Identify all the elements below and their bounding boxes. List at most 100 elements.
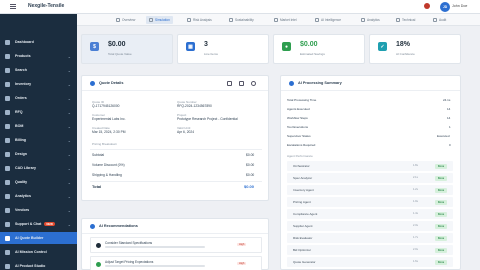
notification-bell-icon[interactable] <box>424 3 430 9</box>
sidebar-item-bom[interactable]: BOM ⌄ <box>0 120 77 132</box>
escalations-value: 0 <box>449 143 451 147</box>
billing-icon <box>5 137 10 143</box>
chevron-down-icon: ⌄ <box>67 179 71 185</box>
mission-control-icon <box>5 249 10 255</box>
chevron-down-icon: ⌄ <box>67 193 71 199</box>
tab-market-intel[interactable]: Market Intel <box>271 16 300 24</box>
sidebar-item-inventory[interactable]: Inventory ⌄ <box>0 78 77 90</box>
status-badge: Done <box>435 235 447 241</box>
sidebar-item-dashboard[interactable]: Dashboard <box>0 36 77 48</box>
tool-executions-value: 1 <box>449 125 451 129</box>
sidebar-item-rfq[interactable]: RFQ ⌄ <box>0 106 77 118</box>
recommendation-item[interactable]: Adjust Target Pricing Expectations High <box>90 256 262 270</box>
stat-card-line-items: ▦ 3 Line Items <box>177 34 269 64</box>
project-value: Prototype Research Project - Confidentia… <box>177 117 238 121</box>
status-badge: Done <box>435 223 447 229</box>
chevron-down-icon: ⌄ <box>67 95 71 101</box>
chevron-down-icon: ⌄ <box>67 81 71 87</box>
quote-details-card: Quote Details Quote ID Q-1717945126000 Q… <box>81 75 269 201</box>
sidebar-item-ai-product-studio[interactable]: AI Product Studio <box>0 260 77 270</box>
description-placeholder <box>105 246 205 248</box>
divider <box>90 181 262 182</box>
sidebar-item-ai-quote-builder[interactable]: AI Quote Builder <box>0 232 77 244</box>
sidebar-item-vendors[interactable]: Vendors ⌄ <box>0 204 77 216</box>
description-placeholder <box>105 265 205 267</box>
vendors-icon <box>5 207 10 213</box>
tab-audit[interactable]: Audit <box>430 16 449 24</box>
ai-summary-header: AI Processing Summary <box>281 76 460 91</box>
tab-technical[interactable]: Technical <box>393 16 418 24</box>
chevron-down-icon: ⌄ <box>67 137 71 143</box>
chevron-down-icon: ⌄ <box>67 165 71 171</box>
agent-row: Pricing Agent 1.9s Done <box>287 197 453 207</box>
menu-icon[interactable] <box>10 4 16 9</box>
priority-badge: High <box>237 262 247 265</box>
sidebar-item-orders[interactable]: Orders ⌄ <box>0 92 77 104</box>
stat-card-total-value: $ $0.00 Total Quote Value <box>81 34 173 64</box>
divider <box>90 149 262 150</box>
refresh-icon[interactable] <box>251 81 256 86</box>
avatar[interactable]: JD <box>440 2 450 12</box>
status-badge: Done <box>435 175 447 181</box>
status-badge: Done <box>435 259 447 265</box>
sidebar-item-quality[interactable]: Quality ⌄ <box>0 176 77 188</box>
quote-id-value: Q-1717945126000 <box>92 104 120 108</box>
quality-icon <box>5 179 10 185</box>
market-icon <box>274 18 278 22</box>
total-value: $0.00 <box>244 184 255 189</box>
recommendation-item[interactable]: Consider Standard Specifications High <box>90 237 262 253</box>
sidebar-item-cad-library[interactable]: CAD Library ⌄ <box>0 162 77 174</box>
sidebar-item-analytics[interactable]: Analytics ⌄ <box>0 190 77 202</box>
sidebar-item-products[interactable]: Products ⌄ <box>0 50 77 62</box>
discount-value: $0.00 <box>246 163 255 167</box>
tab-sustainability[interactable]: Sustainability <box>226 16 257 24</box>
download-icon[interactable] <box>239 81 244 86</box>
search-icon <box>5 67 10 73</box>
stat-card-savings: ● $0.00 Estimated Savings <box>273 34 365 64</box>
savings-icon: ● <box>282 42 291 51</box>
tab-simulation[interactable]: Simulation <box>146 16 173 24</box>
agent-row: Spec Analyzer 2.1s Done <box>287 173 453 183</box>
agents-executed-value: 14 <box>447 107 451 111</box>
tab-overview[interactable]: Overview <box>113 16 138 24</box>
tab-bar: Overview Simulation Risk Analysis Sustai… <box>77 14 480 26</box>
workflow-steps-value: 14 <box>447 116 451 120</box>
status-badge: Done <box>435 247 447 253</box>
risk-icon <box>187 18 191 22</box>
orders-icon <box>5 95 10 101</box>
pricing-icon <box>96 262 101 267</box>
code-icon <box>396 18 400 22</box>
sidebar-item-search[interactable]: Search ⌄ <box>0 64 77 76</box>
tab-ai-intelligence[interactable]: AI Intelligence <box>312 16 344 24</box>
shipping-value: $0.00 <box>246 173 255 177</box>
agent-row: Compliance Agent 1.4s Done <box>287 209 453 219</box>
lightbulb-icon <box>90 223 95 229</box>
design-icon <box>5 151 10 157</box>
tab-risk-analysis[interactable]: Risk Analysis <box>184 16 215 24</box>
analytics-icon <box>5 193 10 199</box>
dollar-icon: $ <box>90 42 99 51</box>
customer-value: Experimental Labs Inc. <box>92 117 126 121</box>
print-icon[interactable] <box>227 81 232 86</box>
top-bar: Nexgile-Tensile JD John Doe <box>0 0 480 14</box>
sidebar-item-support-chat[interactable]: Support & Chat NEW ⌄ <box>0 218 77 230</box>
valid-until-value: Apr 6, 2024 <box>177 130 195 134</box>
dashboard-icon <box>5 39 10 45</box>
priority-badge: High <box>237 243 247 246</box>
agent-row: Inventory Agent 1.2s Done <box>287 185 453 195</box>
agent-row: Bid Optimizer 2.0s Done <box>287 245 453 255</box>
sidebar-item-design[interactable]: Design ⌄ <box>0 148 77 160</box>
sidebar-item-ai-mission-control[interactable]: AI Mission Control <box>0 246 77 258</box>
username[interactable]: John Doe <box>452 4 467 8</box>
processing-time-value: 24.1s <box>443 98 451 102</box>
chevron-down-icon: ⌄ <box>67 221 71 227</box>
rfq-icon <box>5 109 10 115</box>
tab-analytics[interactable]: Analytics <box>358 16 383 24</box>
chevron-down-icon: ⌄ <box>67 109 71 115</box>
sidebar-item-billing[interactable]: Billing ⌄ <box>0 134 77 146</box>
quote-details-header: Quote Details <box>82 76 268 91</box>
new-badge: NEW <box>44 222 55 226</box>
chevron-down-icon: ⌄ <box>67 67 71 73</box>
agent-row: Risk Evaluator 1.7s Done <box>287 233 453 243</box>
quote-number-value: RFQ-2024-1234567890 <box>177 104 212 108</box>
